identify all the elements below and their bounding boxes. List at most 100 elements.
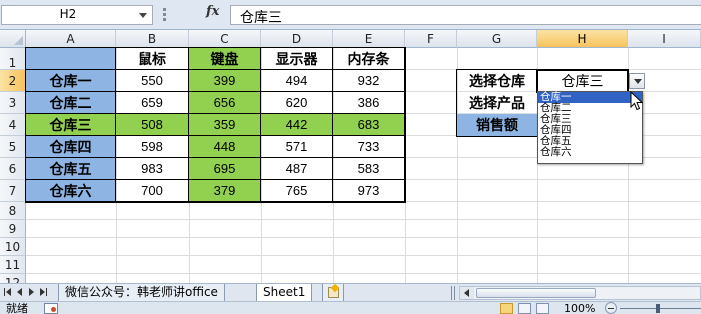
tab-split-handle[interactable] (451, 286, 455, 300)
zoom-slider[interactable] (620, 308, 701, 309)
zoom-out-icon[interactable] (605, 302, 617, 314)
column-header-h[interactable]: H (537, 30, 628, 48)
select-all-icon (14, 36, 23, 45)
table-cell[interactable]: 448 (189, 136, 261, 158)
status-bar: 就绪 100% (0, 301, 701, 314)
macro-record-icon[interactable] (44, 303, 58, 314)
name-box[interactable]: H2 (1, 5, 153, 25)
column-header-c[interactable]: C (189, 30, 261, 48)
table-cell[interactable]: 620 (261, 92, 333, 114)
row-header-12[interactable]: 12 (0, 274, 26, 283)
horizontal-scrollbar[interactable] (459, 286, 701, 300)
worksheet-grid[interactable]: A B C D E F G H I 1 2 3 4 5 6 7 8 9 10 1… (0, 30, 701, 283)
table-cell[interactable]: 683 (333, 114, 405, 136)
row-header-7[interactable]: 7 (0, 180, 26, 202)
table-row-label[interactable]: 仓库三 (26, 114, 116, 136)
table-row-label[interactable]: 仓库二 (26, 92, 116, 114)
table-cell[interactable]: 399 (189, 70, 261, 92)
scroll-left-icon (464, 289, 469, 297)
page-break-view-icon[interactable] (536, 303, 549, 314)
normal-view-icon[interactable] (500, 303, 513, 314)
gridline (405, 48, 406, 283)
table-row-label[interactable]: 仓库六 (26, 180, 116, 202)
zoom-slider-thumb[interactable] (656, 304, 660, 313)
row-header-5[interactable]: 5 (0, 136, 26, 158)
label-select-product[interactable]: 选择产品 (457, 92, 537, 114)
active-cell-value: 仓库三 (561, 74, 604, 90)
table-cell[interactable]: 487 (261, 158, 333, 180)
first-sheet-icon[interactable] (6, 288, 11, 296)
last-sheet-bar-icon (46, 288, 47, 296)
formula-text: 仓库三 (240, 10, 282, 26)
table-cell[interactable]: 659 (116, 92, 189, 114)
row-header-6[interactable]: 6 (0, 158, 26, 180)
table-cell[interactable]: 386 (333, 92, 405, 114)
label-select-warehouse[interactable]: 选择仓库 (457, 70, 537, 92)
table-cell[interactable]: 442 (261, 114, 333, 136)
name-box-dropdown-icon[interactable] (139, 13, 147, 18)
table-cell[interactable]: 700 (116, 180, 189, 202)
column-header-i[interactable]: I (628, 30, 701, 48)
next-sheet-icon[interactable] (29, 288, 34, 296)
last-sheet-icon[interactable] (40, 288, 45, 296)
scroll-left-button[interactable] (460, 287, 474, 299)
table-cell[interactable]: 765 (261, 180, 333, 202)
table-cell[interactable]: 494 (261, 70, 333, 92)
validation-dropdown-button[interactable] (629, 73, 645, 89)
row-header-1[interactable]: 1 (0, 48, 26, 70)
table-cell[interactable]: 983 (116, 158, 189, 180)
table-row-label[interactable]: 仓库一 (26, 70, 116, 92)
table-cell[interactable]: 932 (333, 70, 405, 92)
table-corner-cell[interactable] (26, 48, 116, 70)
table-row-label[interactable]: 仓库五 (26, 158, 116, 180)
table-cell[interactable]: 571 (261, 136, 333, 158)
table-row-label[interactable]: 仓库四 (26, 136, 116, 158)
column-header-f[interactable]: F (405, 30, 457, 48)
table-cell[interactable]: 583 (333, 158, 405, 180)
sheet-tab-bar: 微信公众号：韩老师讲office Sheet1 (0, 283, 701, 302)
table-cell[interactable]: 550 (116, 70, 189, 92)
table-cell[interactable]: 733 (333, 136, 405, 158)
prev-sheet-icon[interactable] (17, 288, 22, 296)
table-header-keyboard[interactable]: 键盘 (189, 48, 261, 70)
table-header-monitor[interactable]: 显示器 (261, 48, 333, 70)
row-header-9[interactable]: 9 (0, 220, 26, 238)
table-header-mouse[interactable]: 鼠标 (116, 48, 189, 70)
row-header-11[interactable]: 11 (0, 256, 26, 274)
name-box-value: H2 (59, 7, 77, 21)
column-header-g[interactable]: G (457, 30, 537, 48)
table-cell[interactable]: 359 (189, 114, 261, 136)
table-cell[interactable]: 973 (333, 180, 405, 202)
select-all-corner[interactable] (0, 30, 26, 48)
insert-sheet-button[interactable] (322, 283, 344, 302)
page-layout-view-icon[interactable] (518, 303, 531, 314)
row-header-10[interactable]: 10 (0, 238, 26, 256)
validation-dropdown-list[interactable]: 仓库一 仓库二 仓库三 仓库四 仓库五 仓库六 (537, 91, 643, 164)
first-sheet-bar-icon (4, 288, 5, 296)
row-header-8[interactable]: 8 (0, 202, 26, 220)
table-cell[interactable]: 379 (189, 180, 261, 202)
dropdown-option[interactable]: 仓库六 (538, 147, 642, 158)
table-header-memory[interactable]: 内存条 (333, 48, 405, 70)
table-cell[interactable]: 695 (189, 158, 261, 180)
column-header-e[interactable]: E (333, 30, 405, 48)
row-header-2[interactable]: 2 (0, 70, 26, 92)
sheet-tab-wechat[interactable]: 微信公众号：韩老师讲office (58, 284, 225, 302)
column-header-b[interactable]: B (116, 30, 189, 48)
column-header-d[interactable]: D (261, 30, 333, 48)
table-cell[interactable]: 598 (116, 136, 189, 158)
formula-input[interactable]: 仓库三 (230, 5, 701, 26)
status-ready: 就绪 (6, 302, 28, 314)
sheet-tab-sheet1[interactable]: Sheet1 (256, 284, 313, 302)
table-cell[interactable]: 508 (116, 114, 189, 136)
row-header-3[interactable]: 3 (0, 92, 26, 114)
zoom-level[interactable]: 100% (564, 302, 595, 314)
insert-function-icon[interactable]: fx (206, 4, 219, 19)
scrollbar-thumb[interactable] (476, 288, 596, 298)
label-sales[interactable]: 销售额 (457, 114, 537, 136)
table-cell[interactable]: 656 (189, 92, 261, 114)
active-cell-h2[interactable]: 仓库三 (536, 69, 629, 93)
column-header-a[interactable]: A (26, 30, 116, 48)
row-header-4[interactable]: 4 (0, 114, 26, 136)
gridline (26, 273, 701, 274)
